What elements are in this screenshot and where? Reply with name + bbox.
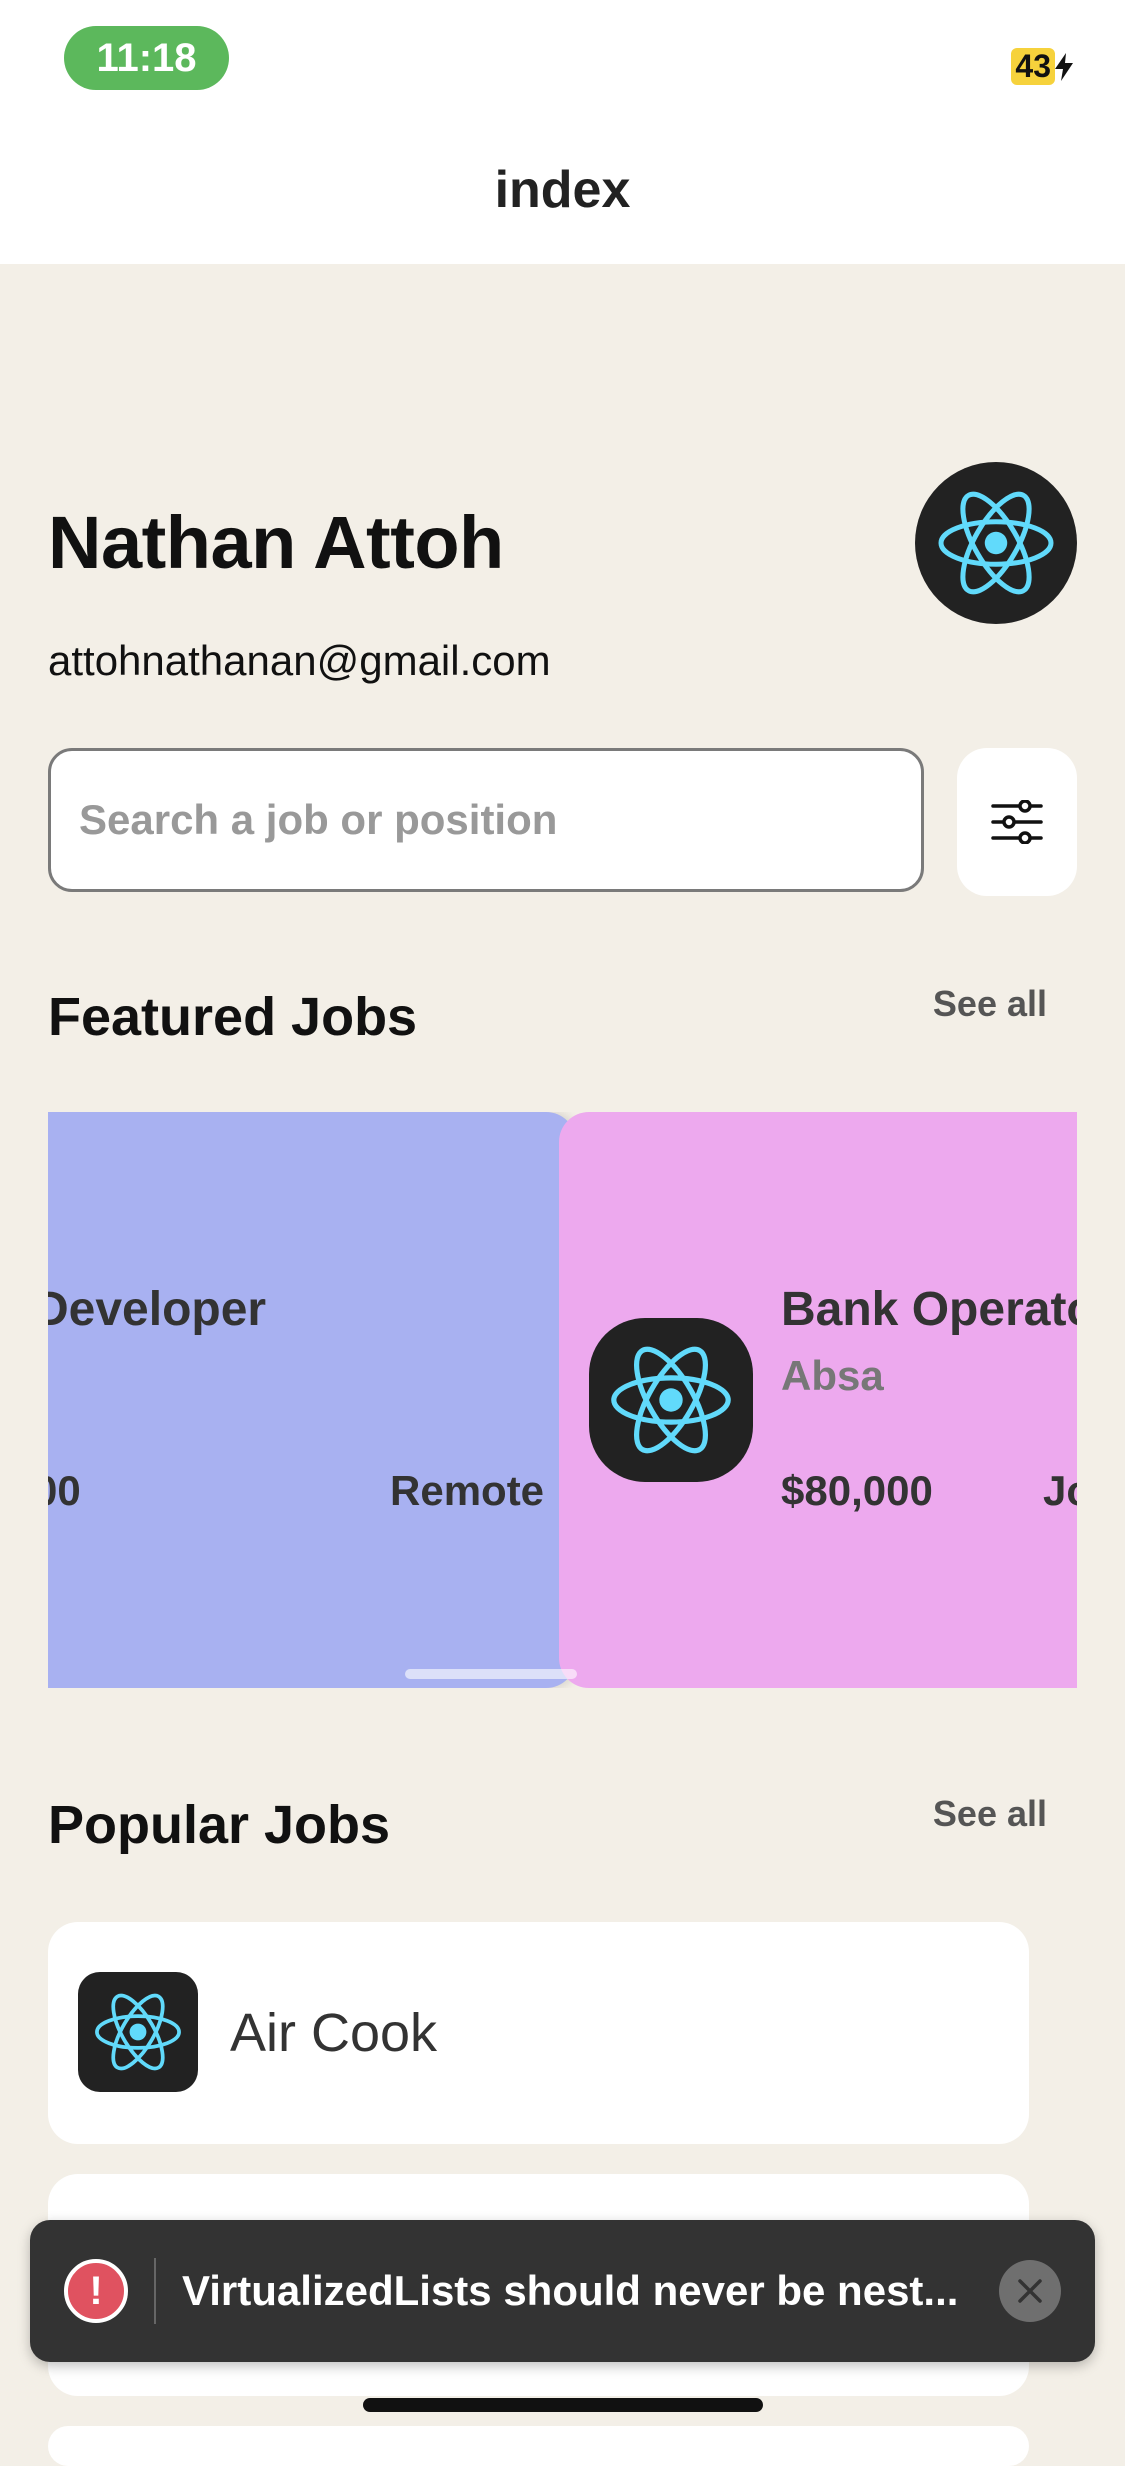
user-name: Nathan Attoh <box>48 501 504 584</box>
popular-see-all-link[interactable]: See all <box>933 1793 1047 1835</box>
close-icon <box>1018 2279 1042 2303</box>
avatar[interactable] <box>915 462 1077 624</box>
close-button[interactable] <box>999 2260 1061 2322</box>
battery-level: 43 <box>1011 48 1055 85</box>
react-logo-icon <box>593 1322 749 1478</box>
react-logo-icon <box>921 468 1071 618</box>
job-location: Joha <box>1043 1467 1077 1514</box>
job-salary: $80,000 <box>781 1467 933 1514</box>
error-icon: ! <box>64 2259 128 2323</box>
job-title: Air Cook <box>230 2003 438 2063</box>
job-title: Developer <box>48 1283 267 1336</box>
popular-job-card[interactable] <box>48 2426 1029 2466</box>
page-title: index <box>494 161 631 219</box>
job-title: Bank Operato <box>781 1283 1077 1336</box>
error-toast[interactable]: ! VirtualizedLists should never be nest.… <box>30 2220 1095 2362</box>
sliders-icon <box>991 800 1043 844</box>
bolt-icon <box>1055 52 1073 81</box>
featured-job-card[interactable]: Bank Operato Absa $80,000 Joha <box>559 1112 1077 1688</box>
filter-button[interactable] <box>957 748 1077 896</box>
battery-indicator: 43 <box>1011 48 1073 85</box>
home-indicator[interactable] <box>363 2398 763 2412</box>
featured-job-card[interactable]: Developer 00 Remote <box>48 1112 576 1688</box>
status-time: 11:18 <box>64 26 229 90</box>
featured-jobs-carousel[interactable]: Developer 00 Remote Bank Operato Absa $8… <box>48 1112 1077 1688</box>
popular-jobs-title: Popular Jobs <box>48 1795 391 1855</box>
horizontal-scrollbar[interactable] <box>405 1669 577 1679</box>
job-company: Absa <box>781 1352 884 1399</box>
featured-jobs-title: Featured Jobs <box>48 987 418 1047</box>
company-logo <box>78 1972 198 2092</box>
search-input[interactable] <box>77 795 921 845</box>
toast-message: VirtualizedLists should never be nest... <box>182 2267 959 2314</box>
search-box[interactable] <box>48 748 924 892</box>
user-email: attohnathanan@gmail.com <box>48 637 551 684</box>
react-logo-icon <box>95 1986 181 2078</box>
company-logo <box>589 1318 753 1482</box>
job-salary: 00 <box>48 1467 81 1514</box>
toast-divider <box>154 2258 156 2324</box>
job-location: Remote <box>390 1467 545 1514</box>
featured-see-all-link[interactable]: See all <box>933 983 1047 1025</box>
popular-job-card[interactable]: Air Cook <box>48 1922 1029 2144</box>
